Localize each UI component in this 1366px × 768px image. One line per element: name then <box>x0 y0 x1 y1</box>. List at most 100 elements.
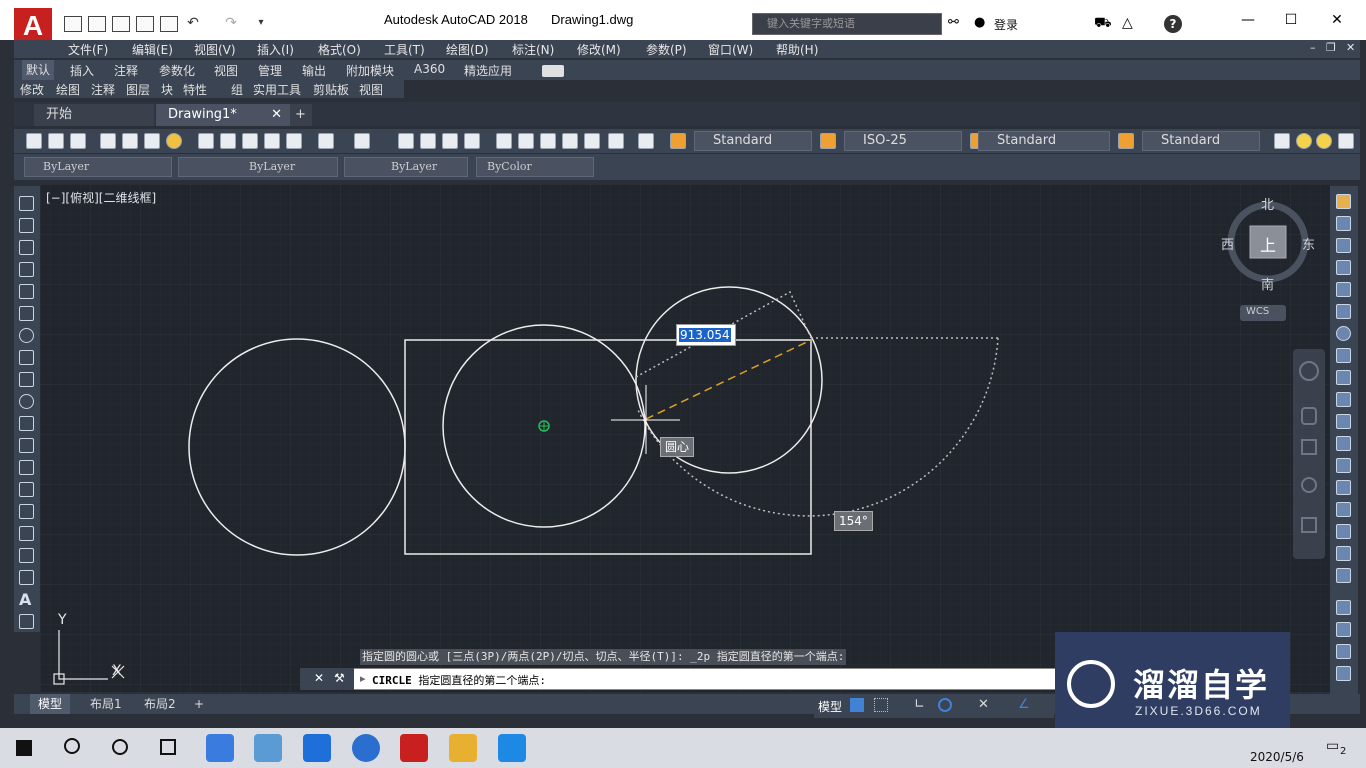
drawing-canvas[interactable]: Y [−][俯视][二维线框] 北 南 东 西 上 WCS X 913.054 … <box>40 184 1330 692</box>
table-style-select[interactable]: Standard <box>978 131 1110 151</box>
tab-model[interactable]: 模型 <box>30 694 71 714</box>
app-360-icon[interactable] <box>206 734 234 762</box>
text-style-select[interactable]: Standard <box>694 131 812 151</box>
showmotion-icon[interactable] <box>1301 517 1317 533</box>
calculator-icon[interactable] <box>608 133 624 149</box>
tab-layout1[interactable]: 布局1 <box>82 694 130 714</box>
line-icon[interactable] <box>19 196 34 211</box>
region-icon[interactable] <box>19 548 34 563</box>
tab-layout2[interactable]: 布局2 <box>136 694 184 714</box>
app-autocad-icon[interactable] <box>400 734 428 762</box>
app-u-icon[interactable] <box>303 734 331 762</box>
panel-utilities[interactable]: 实用工具 <box>253 81 301 98</box>
undo-icon[interactable]: ↶ <box>184 16 202 32</box>
ribbon-tab-featured[interactable]: 精选应用 <box>464 62 512 79</box>
customize-dropdown-icon[interactable]: ▾ <box>252 16 270 32</box>
paste-icon[interactable] <box>242 133 258 149</box>
publish-icon[interactable] <box>144 133 160 149</box>
block-editor-icon[interactable] <box>286 133 302 149</box>
menu-format[interactable]: 格式(O) <box>318 41 361 58</box>
help-icon[interactable]: ? <box>1164 15 1182 33</box>
ellipse-arc-icon[interactable] <box>19 416 34 431</box>
trim-icon[interactable] <box>1336 392 1351 407</box>
command-line[interactable]: ✕ ⚒ ▸ CIRCLE 指定圆直径的第二个端点: <box>300 668 1061 690</box>
lineweight-select[interactable]: ByLayer <box>344 157 468 177</box>
notification-icon[interactable]: ▭ <box>1326 738 1339 754</box>
ribbon-tab-view[interactable]: 视图 <box>214 62 238 79</box>
mtext-icon[interactable]: A <box>19 592 34 608</box>
panel-layers[interactable]: 图层 <box>126 81 150 98</box>
draworder-under-icon[interactable] <box>1336 666 1351 681</box>
design-center-icon[interactable] <box>518 133 534 149</box>
pan-nav-icon[interactable] <box>1301 407 1317 425</box>
explode-icon[interactable] <box>1336 568 1351 583</box>
save-toolbar-icon[interactable] <box>70 133 86 149</box>
offset-icon[interactable] <box>1336 260 1351 275</box>
menu-view[interactable]: 视图(V) <box>194 41 236 58</box>
panel-draw[interactable]: 绘图 <box>56 81 80 98</box>
tab-close-icon[interactable]: ✕ <box>271 104 282 126</box>
plotstyle-select[interactable]: ByColor <box>476 157 594 177</box>
ribbon-tab-a360[interactable]: A360 <box>414 62 445 76</box>
menu-edit[interactable]: 编辑(E) <box>132 41 173 58</box>
app-phone-icon[interactable] <box>498 734 526 762</box>
panel-groups[interactable]: 组 <box>231 81 243 98</box>
tab-drawing1[interactable]: Drawing1* ✕ <box>156 104 290 126</box>
add-selected-icon[interactable] <box>19 614 34 629</box>
arc-icon[interactable] <box>19 306 34 321</box>
zoom-previous-icon[interactable] <box>464 133 480 149</box>
panel-clipboard[interactable]: 剪贴板 <box>313 81 349 98</box>
match-properties-icon[interactable] <box>264 133 280 149</box>
polygon-icon[interactable] <box>19 262 34 277</box>
gradient-icon[interactable] <box>19 526 34 541</box>
app-computer-icon[interactable] <box>254 734 282 762</box>
menu-insert[interactable]: 插入(I) <box>257 41 294 58</box>
ribbon-tab-output[interactable]: 输出 <box>302 62 326 79</box>
add-layout-button[interactable]: + <box>186 694 212 714</box>
tool-palettes-icon[interactable] <box>540 133 556 149</box>
ribbon-tab-manage[interactable]: 管理 <box>258 62 282 79</box>
undo-toolbar-icon[interactable] <box>318 133 334 149</box>
steering-wheel-icon[interactable] <box>1299 361 1319 381</box>
viewcube-top-face[interactable]: 上 <box>1260 232 1276 256</box>
mleader-style-icon[interactable] <box>1118 133 1134 149</box>
doc-minimize-icon[interactable]: – <box>1310 41 1316 54</box>
copy-icon[interactable] <box>220 133 236 149</box>
new-tab-button[interactable]: + <box>290 104 312 126</box>
close-icon[interactable]: ✕ <box>1327 12 1347 28</box>
redo-toolbar-icon[interactable] <box>354 133 370 149</box>
break-at-point-icon[interactable] <box>1336 436 1351 451</box>
blend-curves-icon[interactable] <box>1336 546 1351 561</box>
circle-icon[interactable] <box>19 328 34 343</box>
move-icon[interactable] <box>1336 304 1351 319</box>
ribbon-tab-addins[interactable]: 附加模块 <box>346 62 394 79</box>
copy-object-icon[interactable] <box>1336 216 1351 231</box>
panel-block[interactable]: 块 <box>161 81 173 98</box>
task-view-icon[interactable] <box>160 739 176 755</box>
recent-commands-icon[interactable]: ▸ <box>360 672 366 685</box>
close-command-icon[interactable]: ✕ <box>314 671 324 685</box>
ribbon-tab-home[interactable]: 默认 <box>22 60 55 80</box>
wcs-menu[interactable]: WCS <box>1246 306 1269 317</box>
menu-dimension[interactable]: 标注(N) <box>512 41 554 58</box>
polyline-icon[interactable] <box>19 240 34 255</box>
dim-style-select[interactable]: ISO-25 <box>844 131 962 151</box>
revision-cloud-icon[interactable] <box>19 350 34 365</box>
menu-tools[interactable]: 工具(T) <box>384 41 425 58</box>
osnap-tracking-icon[interactable]: ∠ <box>1018 697 1030 712</box>
user-icon[interactable]: ● <box>974 15 988 31</box>
linetype-select[interactable]: ByLayer <box>178 157 338 177</box>
a360-icon[interactable]: △ <box>1122 15 1133 31</box>
insert-block-icon[interactable] <box>19 438 34 453</box>
search-input[interactable]: 键入关键字或短语 <box>752 13 942 35</box>
erase-icon[interactable] <box>1336 194 1351 209</box>
draworder-back-icon[interactable] <box>1336 622 1351 637</box>
draworder-front-icon[interactable] <box>1336 600 1351 615</box>
stretch-icon[interactable] <box>1336 370 1351 385</box>
zoom-window-icon[interactable] <box>442 133 458 149</box>
help-toolbar-icon[interactable] <box>638 133 654 149</box>
ribbon-tab-annotate[interactable]: 注释 <box>114 62 138 79</box>
break-icon[interactable] <box>1336 458 1351 473</box>
ribbon-tab-parametric[interactable]: 参数化 <box>159 62 195 79</box>
layer-properties-icon[interactable] <box>1274 133 1290 149</box>
